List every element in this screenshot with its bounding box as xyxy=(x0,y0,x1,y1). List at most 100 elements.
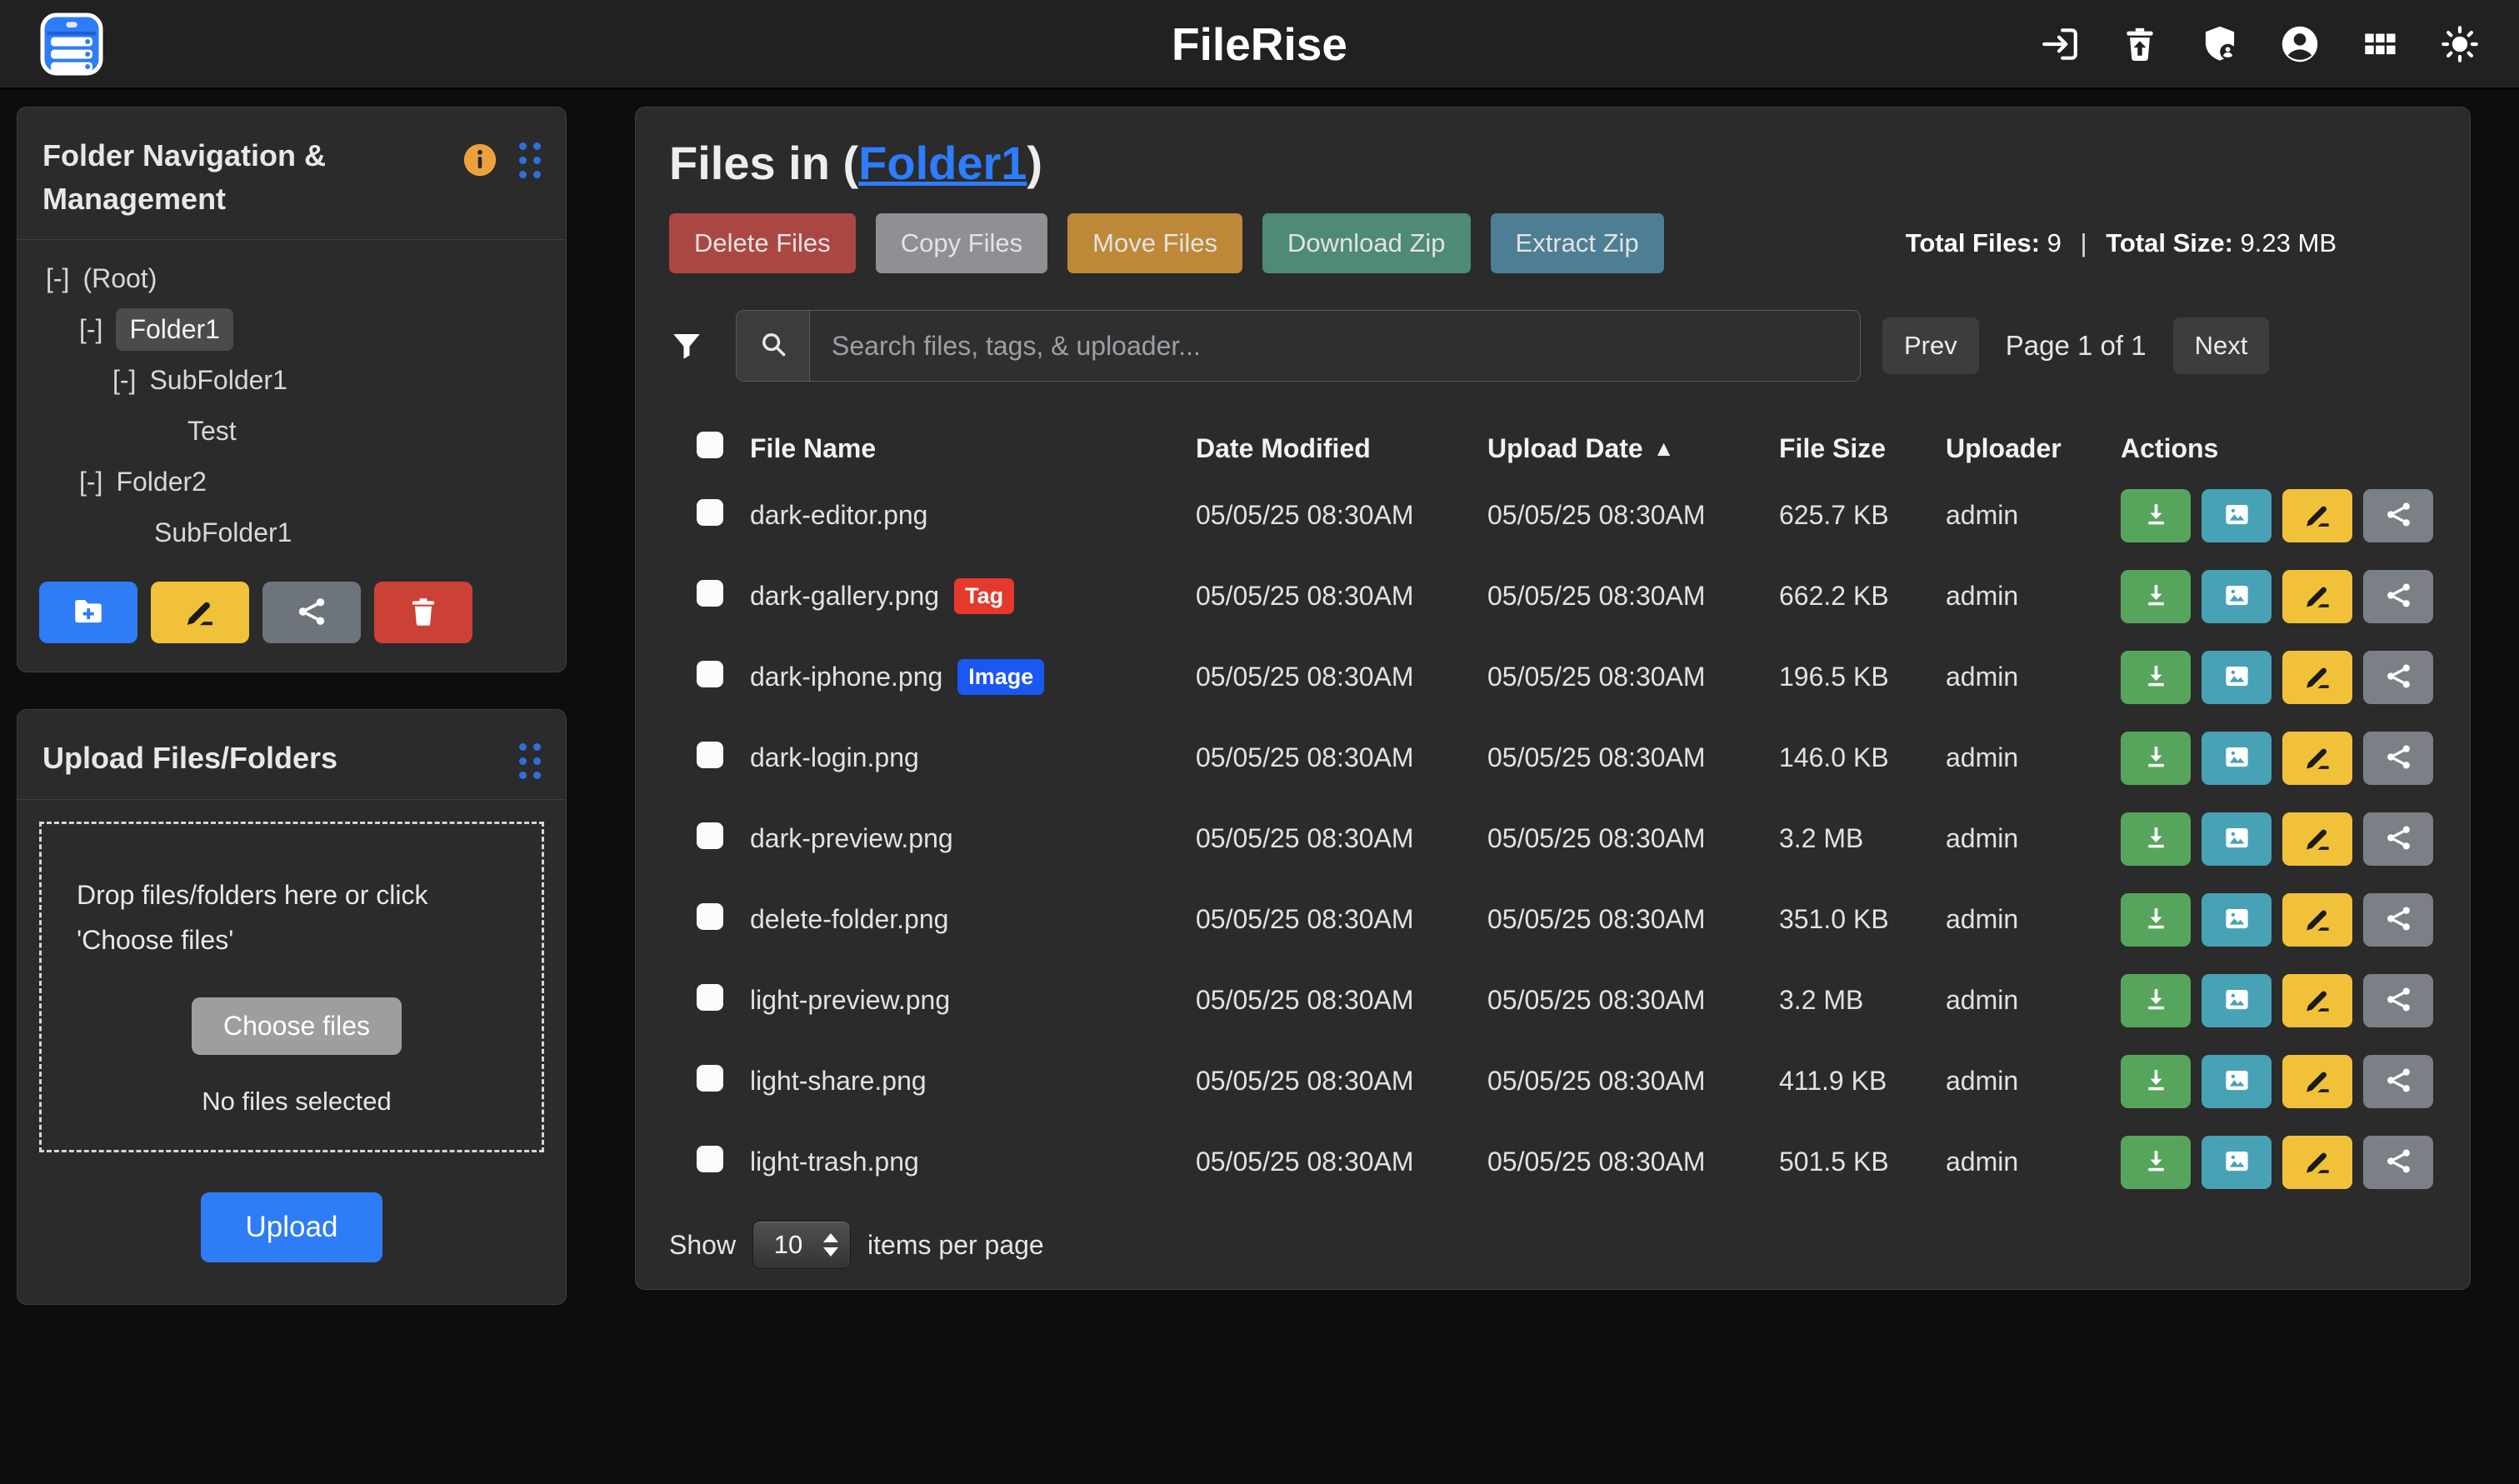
share-file-button[interactable] xyxy=(2363,1136,2433,1189)
current-folder-link[interactable]: Folder1 xyxy=(858,137,1027,189)
download-file-button[interactable] xyxy=(2121,732,2191,785)
folder-help-button[interactable] xyxy=(461,141,499,179)
create-folder-button[interactable] xyxy=(39,582,137,643)
download-file-button[interactable] xyxy=(2121,651,2191,704)
file-name[interactable]: dark-preview.png xyxy=(750,823,953,854)
share-file-button[interactable] xyxy=(2363,651,2433,704)
restore-trash-button[interactable] xyxy=(2119,23,2161,65)
preview-image-button[interactable] xyxy=(2202,732,2272,785)
prev-page-button[interactable]: Prev xyxy=(1882,317,1979,374)
row-checkbox[interactable] xyxy=(697,903,723,930)
download-file-button[interactable] xyxy=(2121,812,2191,866)
preview-image-button[interactable] xyxy=(2202,1136,2272,1189)
file-name[interactable]: dark-login.png xyxy=(750,742,919,773)
share-file-button[interactable] xyxy=(2363,489,2433,542)
select-all-checkbox[interactable] xyxy=(697,432,723,458)
preview-image-button[interactable] xyxy=(2202,893,2272,947)
admin-panel-button[interactable] xyxy=(2199,23,2241,65)
move-files-button[interactable]: Move Files xyxy=(1067,213,1242,273)
tree-expander-toggle[interactable]: [-] xyxy=(79,467,102,497)
search-input[interactable] xyxy=(810,311,1860,381)
next-page-button[interactable]: Next xyxy=(2173,317,2270,374)
stepper-arrows-icon[interactable] xyxy=(823,1233,850,1257)
theme-toggle-button[interactable] xyxy=(2439,23,2481,65)
choose-files-button[interactable]: Choose files xyxy=(192,997,402,1055)
tree-folder-label[interactable]: SubFolder1 xyxy=(154,517,292,548)
drag-handle-icon[interactable] xyxy=(519,743,541,779)
row-checkbox[interactable] xyxy=(697,1146,723,1172)
row-checkbox[interactable] xyxy=(697,1065,723,1092)
preview-image-button[interactable] xyxy=(2202,489,2272,542)
column-header-date-modified[interactable]: Date Modified xyxy=(1196,433,1487,464)
apps-grid-button[interactable] xyxy=(2359,23,2401,65)
preview-image-button[interactable] xyxy=(2202,570,2272,623)
tree-expander-toggle[interactable]: [-] xyxy=(112,365,136,396)
drag-handle-icon[interactable] xyxy=(519,142,541,178)
tree-folder-label[interactable]: Folder1 xyxy=(116,308,233,351)
share-file-button[interactable] xyxy=(2363,974,2433,1027)
row-checkbox[interactable] xyxy=(697,499,723,526)
row-checkbox[interactable] xyxy=(697,580,723,607)
rename-file-button[interactable] xyxy=(2282,570,2352,623)
rename-file-button[interactable] xyxy=(2282,893,2352,947)
tree-node[interactable]: SubFolder1 xyxy=(39,507,544,558)
file-name[interactable]: delete-folder.png xyxy=(750,904,948,935)
file-dropzone[interactable]: Drop files/folders here or click 'Choose… xyxy=(39,822,544,1153)
share-file-button[interactable] xyxy=(2363,812,2433,866)
download-file-button[interactable] xyxy=(2121,1136,2191,1189)
column-header-file-name[interactable]: File Name xyxy=(750,433,1196,464)
file-name[interactable]: dark-iphone.png xyxy=(750,662,942,692)
upload-button[interactable]: Upload xyxy=(201,1192,383,1262)
search-icon-button[interactable] xyxy=(737,311,810,381)
column-header-file-size[interactable]: File Size xyxy=(1779,433,1946,464)
app-logo-button[interactable] xyxy=(38,11,105,77)
user-profile-button[interactable] xyxy=(2279,23,2321,65)
preview-image-button[interactable] xyxy=(2202,974,2272,1027)
file-name[interactable]: dark-editor.png xyxy=(750,500,927,531)
tree-expander-toggle[interactable]: [-] xyxy=(46,263,69,294)
rename-file-button[interactable] xyxy=(2282,812,2352,866)
row-checkbox[interactable] xyxy=(697,661,723,687)
tag-badge[interactable]: Tag xyxy=(954,578,1014,614)
tree-folder-label[interactable]: Test xyxy=(187,416,237,447)
file-name[interactable]: light-preview.png xyxy=(750,985,950,1016)
tree-folder-label[interactable]: (Root) xyxy=(82,263,157,294)
row-checkbox[interactable] xyxy=(697,822,723,849)
tree-folder-label[interactable]: Folder2 xyxy=(116,467,207,497)
rename-file-button[interactable] xyxy=(2282,1055,2352,1108)
download-file-button[interactable] xyxy=(2121,1055,2191,1108)
delete-files-button[interactable]: Delete Files xyxy=(669,213,856,273)
download-zip-button[interactable]: Download Zip xyxy=(1262,213,1471,273)
copy-files-button[interactable]: Copy Files xyxy=(876,213,1047,273)
share-file-button[interactable] xyxy=(2363,570,2433,623)
tree-node[interactable]: Test xyxy=(39,406,544,457)
download-file-button[interactable] xyxy=(2121,570,2191,623)
file-name[interactable]: light-trash.png xyxy=(750,1147,919,1177)
rename-file-button[interactable] xyxy=(2282,732,2352,785)
delete-folder-button[interactable] xyxy=(374,582,472,643)
items-per-page-select[interactable]: 10 xyxy=(752,1221,851,1269)
tree-node[interactable]: [-] Folder2 xyxy=(39,457,544,507)
preview-image-button[interactable] xyxy=(2202,1055,2272,1108)
preview-image-button[interactable] xyxy=(2202,812,2272,866)
tree-node[interactable]: [-] SubFolder1 xyxy=(39,355,544,406)
filter-button[interactable] xyxy=(669,328,704,363)
row-checkbox[interactable] xyxy=(697,984,723,1011)
download-file-button[interactable] xyxy=(2121,489,2191,542)
tree-expander-toggle[interactable]: [-] xyxy=(79,314,102,345)
rename-folder-button[interactable] xyxy=(151,582,249,643)
rename-file-button[interactable] xyxy=(2282,974,2352,1027)
download-file-button[interactable] xyxy=(2121,974,2191,1027)
file-name[interactable]: light-share.png xyxy=(750,1066,927,1097)
preview-image-button[interactable] xyxy=(2202,651,2272,704)
share-file-button[interactable] xyxy=(2363,732,2433,785)
share-folder-button[interactable] xyxy=(262,582,361,643)
rename-file-button[interactable] xyxy=(2282,651,2352,704)
download-file-button[interactable] xyxy=(2121,893,2191,947)
rename-file-button[interactable] xyxy=(2282,489,2352,542)
logout-button[interactable] xyxy=(2039,23,2081,65)
column-header-uploader[interactable]: Uploader xyxy=(1946,433,2121,464)
file-name[interactable]: dark-gallery.png xyxy=(750,581,939,612)
extract-zip-button[interactable]: Extract Zip xyxy=(1491,213,1664,273)
tree-folder-label[interactable]: SubFolder1 xyxy=(149,365,287,396)
